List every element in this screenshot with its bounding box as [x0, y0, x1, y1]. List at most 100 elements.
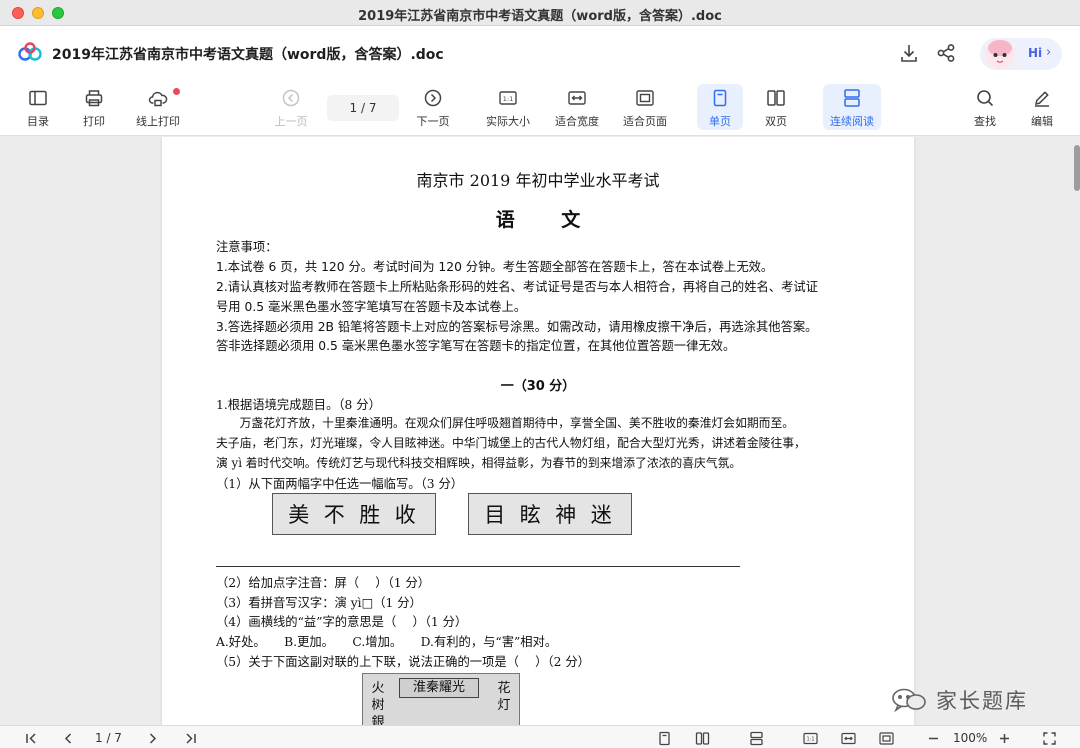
calligraphy-char: 目	[484, 503, 510, 527]
chevron-right-icon: ›	[1046, 45, 1052, 60]
exam-title: 南京市 2019 年初中学业水平考试	[416, 171, 660, 190]
cloud-print-icon	[148, 91, 168, 107]
next-page-button[interactable]: 下一页	[412, 84, 454, 130]
status-page-text: 1 / 7	[95, 731, 122, 745]
prev-page-small-button[interactable]	[61, 730, 76, 746]
minus-icon	[929, 737, 938, 739]
exam-subject: 语 文	[495, 209, 601, 231]
question-1-4: （4）画横线的“益”字的意思是（ ）（1 分）	[216, 615, 468, 629]
passage-line: 万盏花灯齐放，十里秦淮通明。在观众们屏住呼吸翘首期待中，享誉全国、美不胜收的秦淮…	[216, 416, 795, 430]
printer-icon	[85, 90, 103, 107]
double-page-view-button[interactable]	[695, 730, 710, 746]
prev-page-label: 上一页	[274, 115, 308, 128]
vertical-scrollbar[interactable]	[1074, 145, 1080, 191]
toc-button[interactable]: 目录	[20, 84, 56, 130]
notice-line: 答非选择题必须用 0.5 毫米黑色墨水签字笔写在答题卡的指定位置，在其他位置答题…	[216, 339, 736, 353]
notice-heading: 注意事项：	[216, 240, 278, 254]
question-1-5: （5）关于下面这副对联的上下联，说法正确的一项是（ ）（2 分）	[216, 655, 590, 669]
answer-line	[216, 566, 740, 567]
zoom-level[interactable]: 100%	[953, 730, 987, 746]
document-page: 南京市 2019 年初中学业水平考试 语 文 注意事项： 1.本试卷 6 页，共…	[162, 137, 914, 725]
sidebar-toc-icon	[29, 90, 47, 106]
share-icon[interactable]	[935, 42, 957, 64]
continuous-view-button[interactable]	[749, 730, 764, 746]
notice-line: 号用 0.5 毫米黑色墨水签字笔填写在答题卡及本试卷上。	[216, 300, 527, 314]
calligraphy-char: 收	[394, 503, 420, 527]
chevron-right-icon	[149, 732, 157, 744]
edit-button[interactable]: 编辑	[1023, 84, 1061, 130]
app-logo-icon	[18, 42, 42, 61]
calligraphy-char: 美	[288, 503, 314, 527]
fullscreen-button[interactable]	[1042, 730, 1057, 746]
find-button[interactable]: 查找	[966, 84, 1004, 130]
continuous-scroll-icon	[750, 731, 763, 745]
zoom-level-text: 100%	[953, 731, 988, 745]
couplet-banner: 淮秦耀光	[399, 678, 479, 698]
single-page-icon	[659, 731, 670, 745]
chevron-right-circle-icon	[424, 89, 442, 107]
fullscreen-icon	[1043, 731, 1056, 745]
wechat-icon	[892, 688, 926, 713]
svg-text:1:1: 1:1	[806, 736, 814, 742]
single-page-button[interactable]: 单页	[697, 84, 743, 130]
actual-size-small-button[interactable]: 1:1	[803, 730, 818, 746]
page-number-input[interactable]: 1 / 7	[327, 95, 399, 121]
fit-width-icon	[568, 91, 586, 105]
notice-line: 1.本试卷 6 页，共 120 分。考试时间为 120 分钟。考生答题全部答在答…	[216, 260, 774, 274]
document-name: 2019年江苏省南京市中考语文真题（word版，含答案）.doc	[52, 47, 444, 63]
window-title: 2019年江苏省南京市中考语文真题（word版，含答案）.doc	[358, 9, 722, 24]
first-page-button[interactable]	[24, 730, 39, 746]
single-page-view-button[interactable]	[657, 730, 672, 746]
calligraphy-char: 眩	[519, 503, 545, 527]
calligraphy-char: 不	[323, 503, 349, 527]
couplet-image: 淮秦耀光 火树銀 花灯	[362, 673, 520, 725]
download-icon[interactable]	[898, 42, 920, 64]
find-label: 查找	[974, 115, 996, 128]
fit-page-button[interactable]: 适合页面	[620, 84, 670, 130]
actual-size-button[interactable]: 1:1 实际大小	[482, 84, 534, 130]
double-page-button[interactable]: 双页	[755, 84, 797, 130]
print-button[interactable]: 打印	[76, 84, 112, 130]
passage-line: 夫子庙，老门东，灯光璀璨，令人目眩神迷。中华门城堡上的古代人物灯组，配合大型灯光…	[216, 436, 806, 450]
last-page-button[interactable]	[183, 730, 198, 746]
online-print-label: 线上打印	[136, 115, 180, 128]
next-page-small-button[interactable]	[145, 730, 160, 746]
calligraphy-sample-right: 目 眩 神 迷	[468, 493, 632, 535]
watermark-text: 家长题库	[936, 689, 1028, 713]
actual-size-icon: 1:1	[803, 732, 818, 744]
fit-page-label: 适合页面	[623, 115, 667, 128]
calligraphy-char: 迷	[590, 503, 616, 527]
prev-page-button[interactable]: 上一页	[270, 84, 312, 130]
continuous-reading-button[interactable]: 连续阅读	[823, 84, 881, 130]
document-viewport[interactable]: 南京市 2019 年初中学业水平考试 语 文 注意事项： 1.本试卷 6 页，共…	[0, 137, 1080, 725]
assistant-label: Hi	[1028, 46, 1043, 60]
chevron-left-icon	[64, 732, 72, 744]
assistant-button[interactable]: Hi ›	[980, 38, 1062, 70]
zoom-in-button[interactable]	[997, 730, 1012, 746]
fit-width-icon	[841, 732, 856, 744]
chevron-left-circle-icon	[282, 89, 300, 107]
status-page-indicator[interactable]: 1 / 7	[95, 730, 122, 746]
toc-label: 目录	[27, 115, 49, 128]
zoom-out-button[interactable]	[926, 730, 941, 746]
assistant-avatar-icon	[985, 39, 1015, 69]
edit-label: 编辑	[1031, 115, 1053, 128]
plus-icon	[1000, 733, 1009, 743]
calligraphy-char: 神	[555, 503, 581, 527]
section-heading: 一（30 分）	[500, 379, 576, 394]
fit-width-small-button[interactable]	[841, 730, 856, 746]
toolbar: 目录 打印 线上打印 上一页 1 / 7 下一页 1:1 实际大小 适合宽度 适…	[0, 78, 1080, 136]
last-page-icon	[186, 732, 196, 744]
fit-page-icon	[636, 90, 654, 106]
actual-size-icon: 1:1	[499, 91, 517, 105]
fit-page-small-button[interactable]	[879, 730, 894, 746]
couplet-right-scroll: 花灯	[497, 681, 511, 713]
calligraphy-sample-left: 美 不 胜 收	[272, 493, 436, 535]
first-page-icon	[26, 732, 36, 744]
fit-width-button[interactable]: 适合宽度	[552, 84, 602, 130]
single-page-label: 单页	[709, 115, 731, 128]
window-titlebar: 2019年江苏省南京市中考语文真题（word版，含答案）.doc	[0, 0, 1080, 26]
continuous-scroll-icon	[844, 89, 860, 107]
double-page-icon	[695, 731, 710, 745]
app-header: 2019年江苏省南京市中考语文真题（word版，含答案）.doc Hi ›	[0, 26, 1080, 78]
